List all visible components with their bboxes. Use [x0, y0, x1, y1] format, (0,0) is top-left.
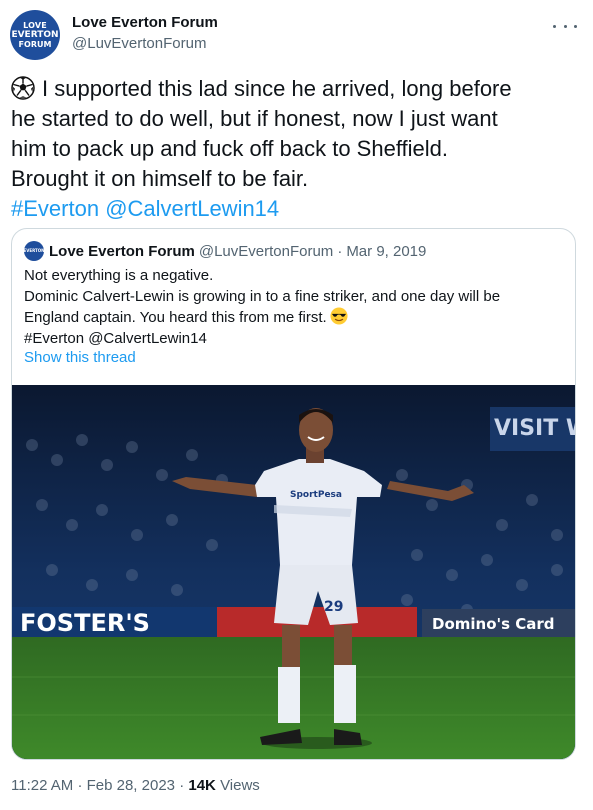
sunglasses-face-icon — [330, 307, 348, 325]
quoted-line: Dominic Calvert-Lewin is growing in to a… — [24, 288, 501, 305]
quoted-line: Not everything is a negative. — [24, 267, 214, 284]
board-fosters: FOSTER'S — [20, 609, 150, 637]
footballer-photo: VISIT WALE FOSTER'S Domino's Card SportP… — [12, 385, 576, 759]
quoted-text: Not everything is a negative. Dominic Ca… — [24, 265, 564, 349]
svg-text:VISIT WALE: VISIT WALE — [494, 416, 576, 441]
quoted-author-handle[interactable]: @LuvEvertonForum — [199, 243, 333, 260]
avatar[interactable]: LOVE EVERTON FORUM — [10, 10, 60, 60]
tweet-line-text: I supported this lad since he arrived, l… — [42, 76, 512, 101]
quoted-line: England captain. You heard this from me … — [24, 307, 564, 328]
author-name[interactable]: Love Everton Forum — [72, 14, 218, 31]
shorts-number: 29 — [324, 599, 343, 615]
tweet-line: he started to do well, but if honest, no… — [11, 106, 498, 131]
quoted-avatar-logo: EVERTON — [23, 248, 45, 253]
quoted-line-text: England captain. You heard this from me … — [24, 309, 327, 326]
tweet-line: I supported this lad since he arrived, l… — [11, 74, 581, 104]
tweet-date[interactable]: Feb 28, 2023 — [87, 777, 175, 794]
mention-link[interactable]: @CalvertLewin14 — [105, 196, 279, 221]
tweet-text: I supported this lad since he arrived, l… — [11, 74, 581, 224]
board-dominos: Domino's Card — [432, 615, 555, 633]
separator-dot: · — [77, 777, 83, 794]
more-options-icon[interactable] — [553, 16, 577, 36]
tweet-time[interactable]: 11:22 AM — [11, 777, 73, 794]
views-count: 14K — [188, 777, 216, 794]
shirt-sponsor: SportPesa — [290, 490, 342, 500]
views-label: Views — [220, 777, 260, 794]
quoted-tags-line: #Everton @CalvertLewin14 — [24, 330, 207, 347]
quoted-photo[interactable]: VISIT WALE FOSTER'S Domino's Card SportP… — [12, 385, 576, 759]
hashtag-link[interactable]: #Everton — [11, 196, 99, 221]
soccer-ball-icon — [11, 76, 35, 100]
quoted-author-name[interactable]: Love Everton Forum — [49, 243, 195, 260]
avatar-logo-line: FORUM — [18, 39, 52, 49]
avatar-logo-line: EVERTON — [11, 29, 59, 40]
quoted-date[interactable]: Mar 9, 2019 — [346, 243, 426, 260]
tweet-line: him to pack up and fuck off back to Shef… — [11, 136, 449, 161]
quoted-avatar[interactable]: EVERTON — [24, 241, 44, 261]
separator-dot: · — [179, 777, 185, 794]
quoted-tweet[interactable]: EVERTON Love Everton Forum @LuvEvertonFo… — [11, 228, 576, 760]
author-handle[interactable]: @LuvEvertonForum — [72, 35, 206, 52]
tweet-header: LOVE EVERTON FORUM Love Everton Forum @L… — [10, 8, 583, 64]
separator-dot: · — [337, 242, 343, 260]
quoted-header: EVERTON Love Everton Forum @LuvEvertonFo… — [24, 239, 426, 263]
tweet-line: Brought it on himself to be fair. — [11, 166, 309, 191]
tweet-footer: 11:22 AM · Feb 28, 2023 · 14K Views — [11, 777, 260, 794]
avatar-logo-line: LOVE — [23, 20, 47, 30]
tweet-tags-line: #Everton @CalvertLewin14 — [11, 194, 581, 224]
avatar-logo: LOVE EVERTON FORUM — [10, 10, 60, 60]
show-thread-link[interactable]: Show this thread — [24, 349, 136, 366]
